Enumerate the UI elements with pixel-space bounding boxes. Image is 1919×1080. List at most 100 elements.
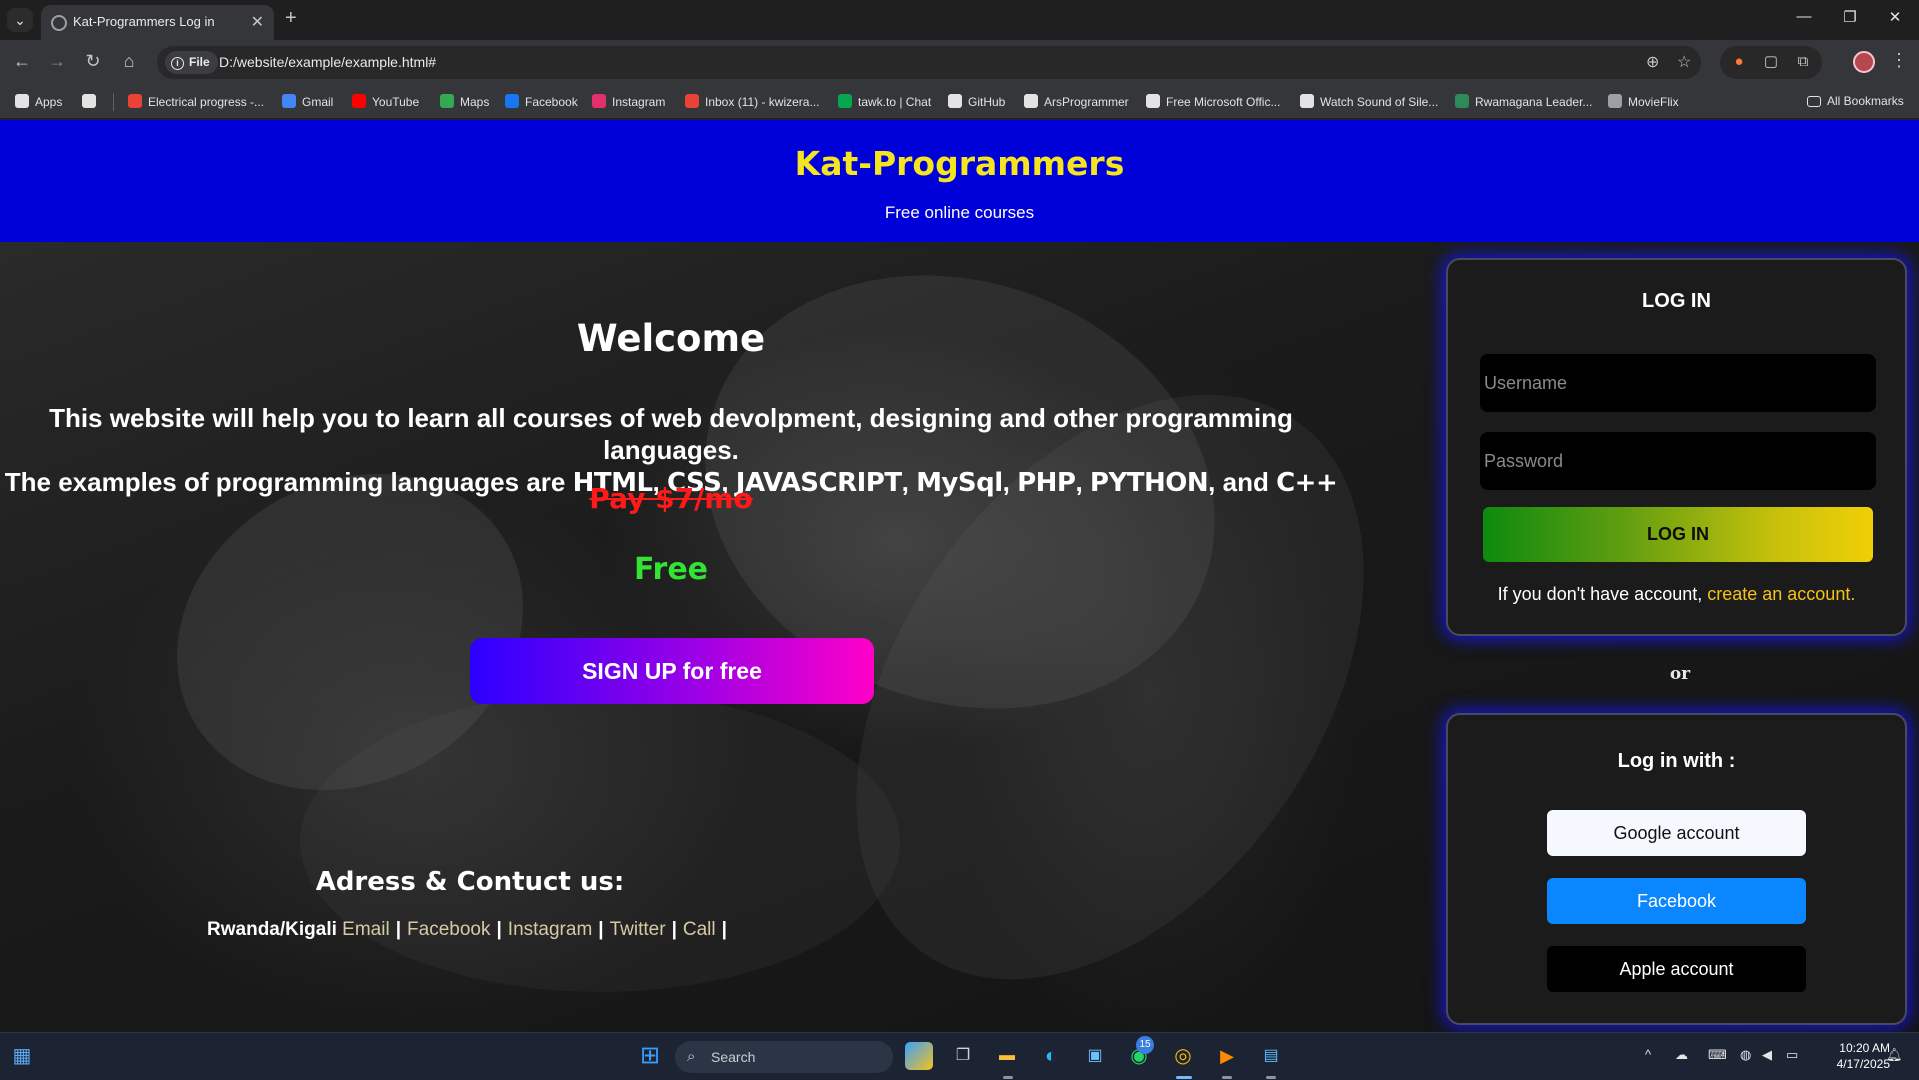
separator: | xyxy=(496,919,502,940)
network-icon[interactable]: ◍ xyxy=(1740,1047,1751,1063)
site-info-chip[interactable]: i File xyxy=(165,51,218,74)
media-player-icon[interactable]: ▶ xyxy=(1213,1042,1241,1070)
info-icon: i xyxy=(171,57,184,70)
url-text[interactable]: D:/website/example/example.html# xyxy=(219,54,436,70)
system-clock[interactable]: 10:20 AM 4/17/2025 xyxy=(1810,1040,1890,1072)
bookmark-item[interactable]: MovieFlix xyxy=(1608,94,1679,109)
running-indicator xyxy=(1003,1076,1013,1079)
all-bookmarks[interactable]: All Bookmarks xyxy=(1807,94,1904,108)
profile-avatar[interactable] xyxy=(1853,51,1875,73)
active-tab[interactable]: Kat-Programmers Log in ✕ xyxy=(41,5,274,40)
close-tab-icon[interactable]: ✕ xyxy=(251,12,264,32)
keyboard-icon[interactable]: ⌨ xyxy=(1708,1047,1727,1063)
battery-icon[interactable]: ▭ xyxy=(1786,1047,1798,1063)
arsprogrammer-icon xyxy=(1024,94,1038,108)
home-icon[interactable]: ⌂ xyxy=(118,51,140,72)
movieflix-icon xyxy=(1608,94,1622,108)
google-icon xyxy=(282,94,296,108)
notifications-icon[interactable]: 🔔︎ xyxy=(1886,1047,1903,1063)
site-subtitle: Free online courses xyxy=(884,203,1035,222)
notepad-icon[interactable]: ▤ xyxy=(1257,1042,1285,1070)
background-shape xyxy=(300,692,900,992)
call-link[interactable]: Call xyxy=(683,919,716,940)
bookmark-star-icon[interactable]: ☆ xyxy=(1677,52,1691,72)
volume-icon[interactable]: ◀ xyxy=(1762,1047,1772,1063)
folder-icon xyxy=(1807,96,1821,107)
gmail-icon xyxy=(128,94,142,108)
more-menu-icon[interactable]: ⋮ xyxy=(1890,50,1908,71)
edge-icon[interactable]: ◐ xyxy=(1037,1042,1065,1070)
bookmark-item[interactable]: Apps xyxy=(15,94,62,109)
widgets-icon[interactable]: ▦ xyxy=(8,1042,36,1070)
zoom-icon[interactable]: ⊕ xyxy=(1646,52,1659,72)
rwamagana-icon xyxy=(1455,94,1469,108)
chrome-icon[interactable]: ◎ xyxy=(1169,1042,1197,1070)
reload-icon[interactable]: ↻ xyxy=(82,51,104,72)
bookmark-label: Maps xyxy=(460,95,490,109)
bookmark-item[interactable]: tawk.to | Chat xyxy=(838,94,931,109)
file-explorer-icon[interactable]: ▬ xyxy=(993,1042,1021,1070)
task-view-icon[interactable]: ❐ xyxy=(949,1042,977,1070)
signup-button[interactable]: SIGN UP for free xyxy=(470,638,874,704)
instagram-link[interactable]: Instagram xyxy=(508,919,592,940)
bookmark-item[interactable]: Rwamagana Leader... xyxy=(1455,94,1592,109)
bookmark-item[interactable]: Gmail xyxy=(282,94,333,109)
email-link[interactable]: Email xyxy=(342,919,390,940)
store-icon[interactable]: ▣ xyxy=(1081,1042,1109,1070)
bookmark-item[interactable]: Maps xyxy=(440,94,489,109)
google-login-button[interactable]: Google account xyxy=(1547,810,1806,856)
apple-login-button[interactable]: Apple account xyxy=(1547,946,1806,992)
bookmark-label: Facebook xyxy=(525,95,578,109)
bookmark-item[interactable]: Facebook xyxy=(505,94,578,109)
welcome-heading: Welcome xyxy=(576,317,766,360)
show-hidden-icons[interactable]: ^ xyxy=(1645,1047,1651,1062)
extensions-puzzle-icon[interactable]: ⧉ xyxy=(1794,53,1812,71)
copilot-icon[interactable] xyxy=(905,1042,933,1070)
office-icon xyxy=(1146,94,1160,108)
bookmark-label: Free Microsoft Offic... xyxy=(1166,95,1281,109)
bookmark-item[interactable]: Watch Sound of Sile... xyxy=(1300,94,1438,109)
bookmark-label: Watch Sound of Sile... xyxy=(1320,95,1439,109)
forward-icon[interactable]: → xyxy=(46,51,68,72)
bookmark-item[interactable]: Free Microsoft Offic... xyxy=(1146,94,1280,109)
new-tab-icon[interactable]: + xyxy=(285,7,297,30)
facebook-link[interactable]: Facebook xyxy=(407,919,490,940)
password-input[interactable] xyxy=(1480,432,1876,490)
bookmark-item[interactable]: GitHub xyxy=(948,94,1005,109)
extension-icon[interactable]: ● xyxy=(1730,53,1748,71)
bookmark-item[interactable]: YouTube xyxy=(352,94,419,109)
site-header: Kat-Programmers Free online courses xyxy=(0,120,1919,242)
bookmark-label: ArsProgrammer xyxy=(1044,95,1129,109)
social-login-panel: Log in with : Google account Facebook Ap… xyxy=(1446,713,1907,1025)
globe-icon xyxy=(51,15,67,31)
all-bookmarks-label: All Bookmarks xyxy=(1827,94,1904,108)
separator: | xyxy=(671,919,677,940)
running-indicator xyxy=(1222,1076,1232,1079)
tab-groups-icon xyxy=(82,94,96,108)
minimize-icon[interactable]: — xyxy=(1794,8,1814,25)
create-account-link[interactable]: create an account. xyxy=(1707,584,1855,604)
bookmark-item[interactable]: ArsProgrammer xyxy=(1024,94,1129,109)
bookmark-item[interactable] xyxy=(82,94,102,109)
youtube-icon xyxy=(352,94,366,108)
bookmark-label: tawk.to | Chat xyxy=(858,95,932,109)
login-button[interactable]: LOG IN xyxy=(1483,507,1873,562)
facebook-login-button[interactable]: Facebook xyxy=(1547,878,1806,924)
username-input[interactable] xyxy=(1480,354,1876,412)
twitter-link[interactable]: Twitter xyxy=(610,919,666,940)
address-bar[interactable]: i File D:/website/example/example.html# ⊕… xyxy=(157,46,1701,79)
bookmark-item[interactable]: Instagram xyxy=(592,94,665,109)
taskbar-search[interactable]: ⌕ Search xyxy=(675,1041,893,1073)
onedrive-icon[interactable]: ☁ xyxy=(1675,1047,1688,1063)
back-icon[interactable]: ← xyxy=(11,51,33,72)
gmail-icon xyxy=(685,94,699,108)
close-window-icon[interactable]: ✕ xyxy=(1885,8,1905,26)
apps-grid-icon xyxy=(15,94,29,108)
restore-icon[interactable]: ❐ xyxy=(1840,8,1860,26)
tab-search-dropdown-icon[interactable]: ⌄ xyxy=(7,8,33,32)
side-panel-icon[interactable]: ▢ xyxy=(1762,53,1780,71)
location-text: Rwanda/Kigali xyxy=(207,919,337,940)
bookmark-item[interactable]: Inbox (11) - kwizera... xyxy=(685,94,819,109)
bookmark-item[interactable]: Electrical progress -... xyxy=(128,94,264,109)
start-icon[interactable]: ⊞ xyxy=(636,1042,664,1070)
